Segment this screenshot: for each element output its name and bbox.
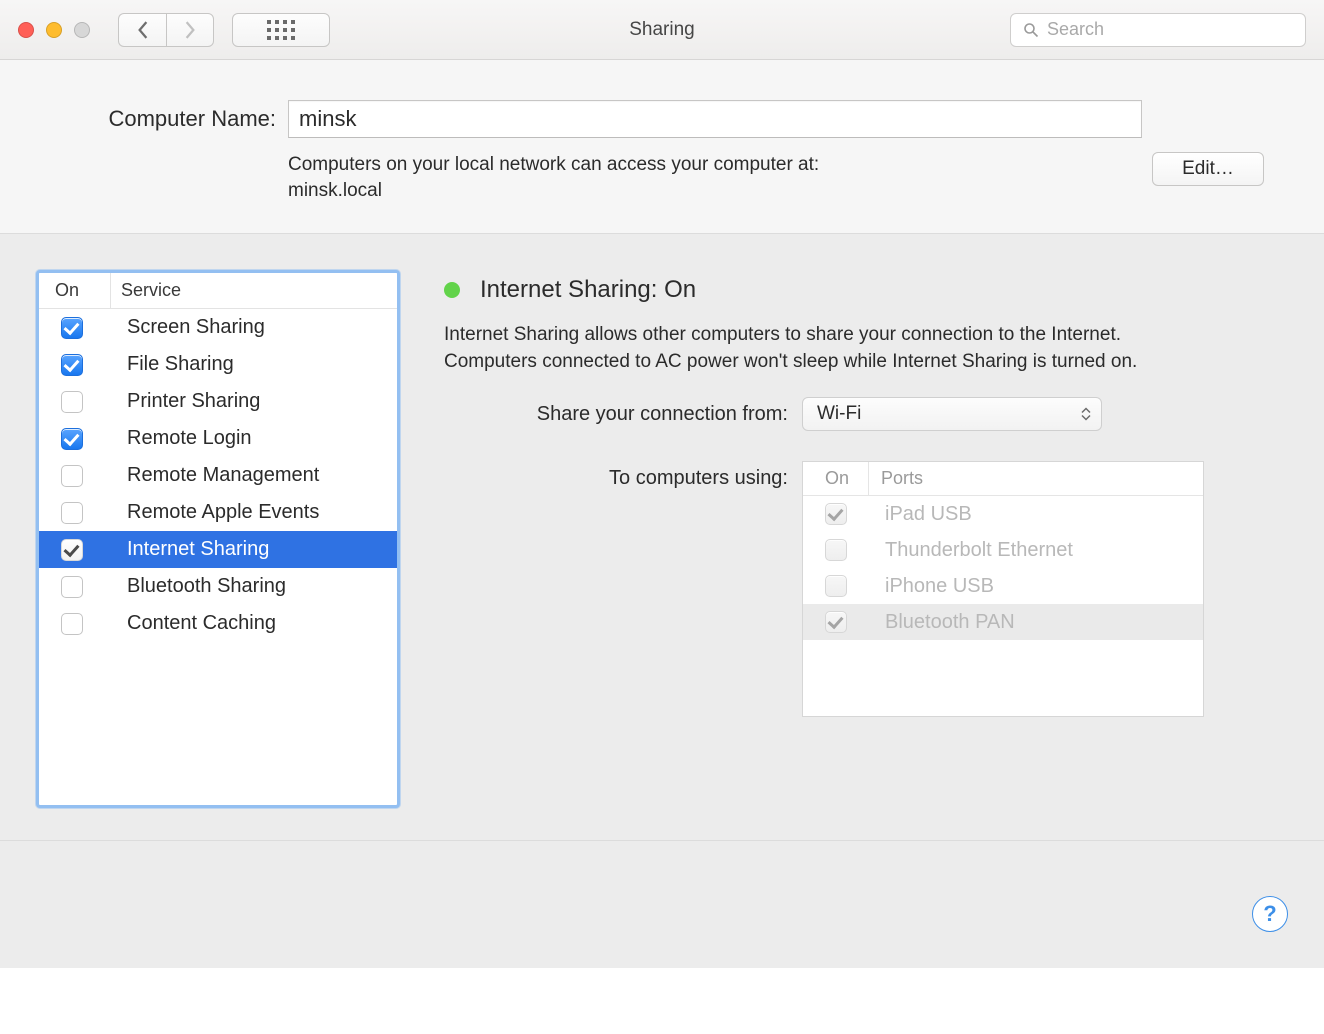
service-checkbox[interactable] — [61, 502, 83, 524]
stepper-icon — [1081, 407, 1091, 421]
service-label: Printer Sharing — [111, 390, 260, 413]
service-row[interactable]: File Sharing — [39, 346, 397, 383]
port-checkbox[interactable] — [825, 503, 847, 525]
service-checkbox[interactable] — [61, 576, 83, 598]
service-row[interactable]: Screen Sharing — [39, 309, 397, 346]
service-detail: Internet Sharing: On Internet Sharing al… — [400, 270, 1288, 804]
port-checkbox[interactable] — [825, 611, 847, 633]
show-all-prefs-button[interactable] — [232, 13, 330, 47]
to-computers-label: To computers using: — [444, 461, 802, 490]
service-row[interactable]: Remote Apple Events — [39, 494, 397, 531]
service-row[interactable]: Content Caching — [39, 605, 397, 642]
main-content: On Service Screen Sharing File Sharing Pri… — [0, 234, 1324, 840]
port-checkbox[interactable] — [825, 539, 847, 561]
close-window-button[interactable] — [18, 22, 34, 38]
detail-description: Internet Sharing allows other computers … — [444, 322, 1164, 375]
services-header: On Service — [39, 273, 397, 309]
port-label: iPad USB — [869, 503, 972, 526]
help-icon: ? — [1263, 901, 1276, 927]
service-label: Bluetooth Sharing — [111, 575, 286, 598]
back-button[interactable] — [118, 13, 166, 47]
status-indicator-icon — [444, 282, 460, 298]
service-checkbox[interactable] — [61, 613, 83, 635]
port-label: Thunderbolt Ethernet — [869, 539, 1073, 562]
footer: ? — [0, 840, 1324, 968]
port-label: iPhone USB — [869, 575, 994, 598]
ports-table[interactable]: On Ports iPad USB Thunderbolt Ethernet iPh… — [802, 461, 1204, 717]
computer-name-label: Computer Name: — [60, 106, 288, 132]
service-row[interactable]: Bluetooth Sharing — [39, 568, 397, 605]
computer-name-panel: Computer Name: Computers on your local n… — [0, 60, 1324, 234]
services-header-on: On — [39, 273, 111, 308]
service-row[interactable]: Printer Sharing — [39, 383, 397, 420]
service-label: Content Caching — [111, 612, 276, 635]
service-label: Remote Apple Events — [111, 501, 319, 524]
service-row[interactable]: Internet Sharing — [39, 531, 397, 568]
share-from-label: Share your connection from: — [444, 403, 802, 426]
service-checkbox[interactable] — [61, 539, 83, 561]
service-label: Remote Management — [111, 464, 319, 487]
chevron-up-icon — [1081, 407, 1091, 414]
edit-hostname-button[interactable]: Edit… — [1152, 152, 1264, 186]
chevron-left-icon — [136, 21, 150, 39]
search-input[interactable]: Search — [1010, 13, 1306, 47]
service-row[interactable]: Remote Management — [39, 457, 397, 494]
port-row[interactable]: iPad USB — [803, 496, 1203, 532]
port-label: Bluetooth PAN — [869, 611, 1015, 634]
computer-name-field[interactable] — [288, 100, 1142, 138]
service-checkbox[interactable] — [61, 354, 83, 376]
chevron-right-icon — [183, 21, 197, 39]
port-row[interactable]: iPhone USB — [803, 568, 1203, 604]
port-row[interactable]: Bluetooth PAN — [803, 604, 1203, 640]
share-from-popup[interactable]: Wi-Fi — [802, 397, 1102, 431]
port-checkbox[interactable] — [825, 575, 847, 597]
services-list[interactable]: On Service Screen Sharing File Sharing Pri… — [36, 270, 400, 808]
ports-header: On Ports — [803, 462, 1203, 496]
computer-name-hint: Computers on your local network can acce… — [288, 152, 1008, 203]
service-checkbox[interactable] — [61, 317, 83, 339]
help-button[interactable]: ? — [1252, 896, 1288, 932]
forward-button[interactable] — [166, 13, 214, 47]
service-label: Internet Sharing — [111, 538, 269, 561]
service-checkbox[interactable] — [61, 428, 83, 450]
zoom-window-button — [74, 22, 90, 38]
service-row[interactable]: Remote Login — [39, 420, 397, 457]
service-checkbox[interactable] — [61, 391, 83, 413]
nav-back-forward — [118, 13, 214, 47]
service-checkbox[interactable] — [61, 465, 83, 487]
service-label: Remote Login — [111, 427, 252, 450]
ports-header-on: On — [803, 462, 869, 495]
share-from-value: Wi-Fi — [817, 403, 861, 425]
detail-title: Internet Sharing: On — [480, 276, 696, 304]
titlebar: Sharing Search — [0, 0, 1324, 60]
search-placeholder: Search — [1047, 19, 1104, 40]
service-label: Screen Sharing — [111, 316, 265, 339]
chevron-down-icon — [1081, 414, 1091, 421]
window-controls — [18, 22, 90, 38]
search-icon — [1023, 22, 1039, 38]
port-row[interactable]: Thunderbolt Ethernet — [803, 532, 1203, 568]
ports-header-ports: Ports — [869, 468, 923, 489]
services-header-service: Service — [111, 280, 181, 301]
minimize-window-button[interactable] — [46, 22, 62, 38]
service-label: File Sharing — [111, 353, 234, 376]
grid-icon — [267, 20, 295, 40]
